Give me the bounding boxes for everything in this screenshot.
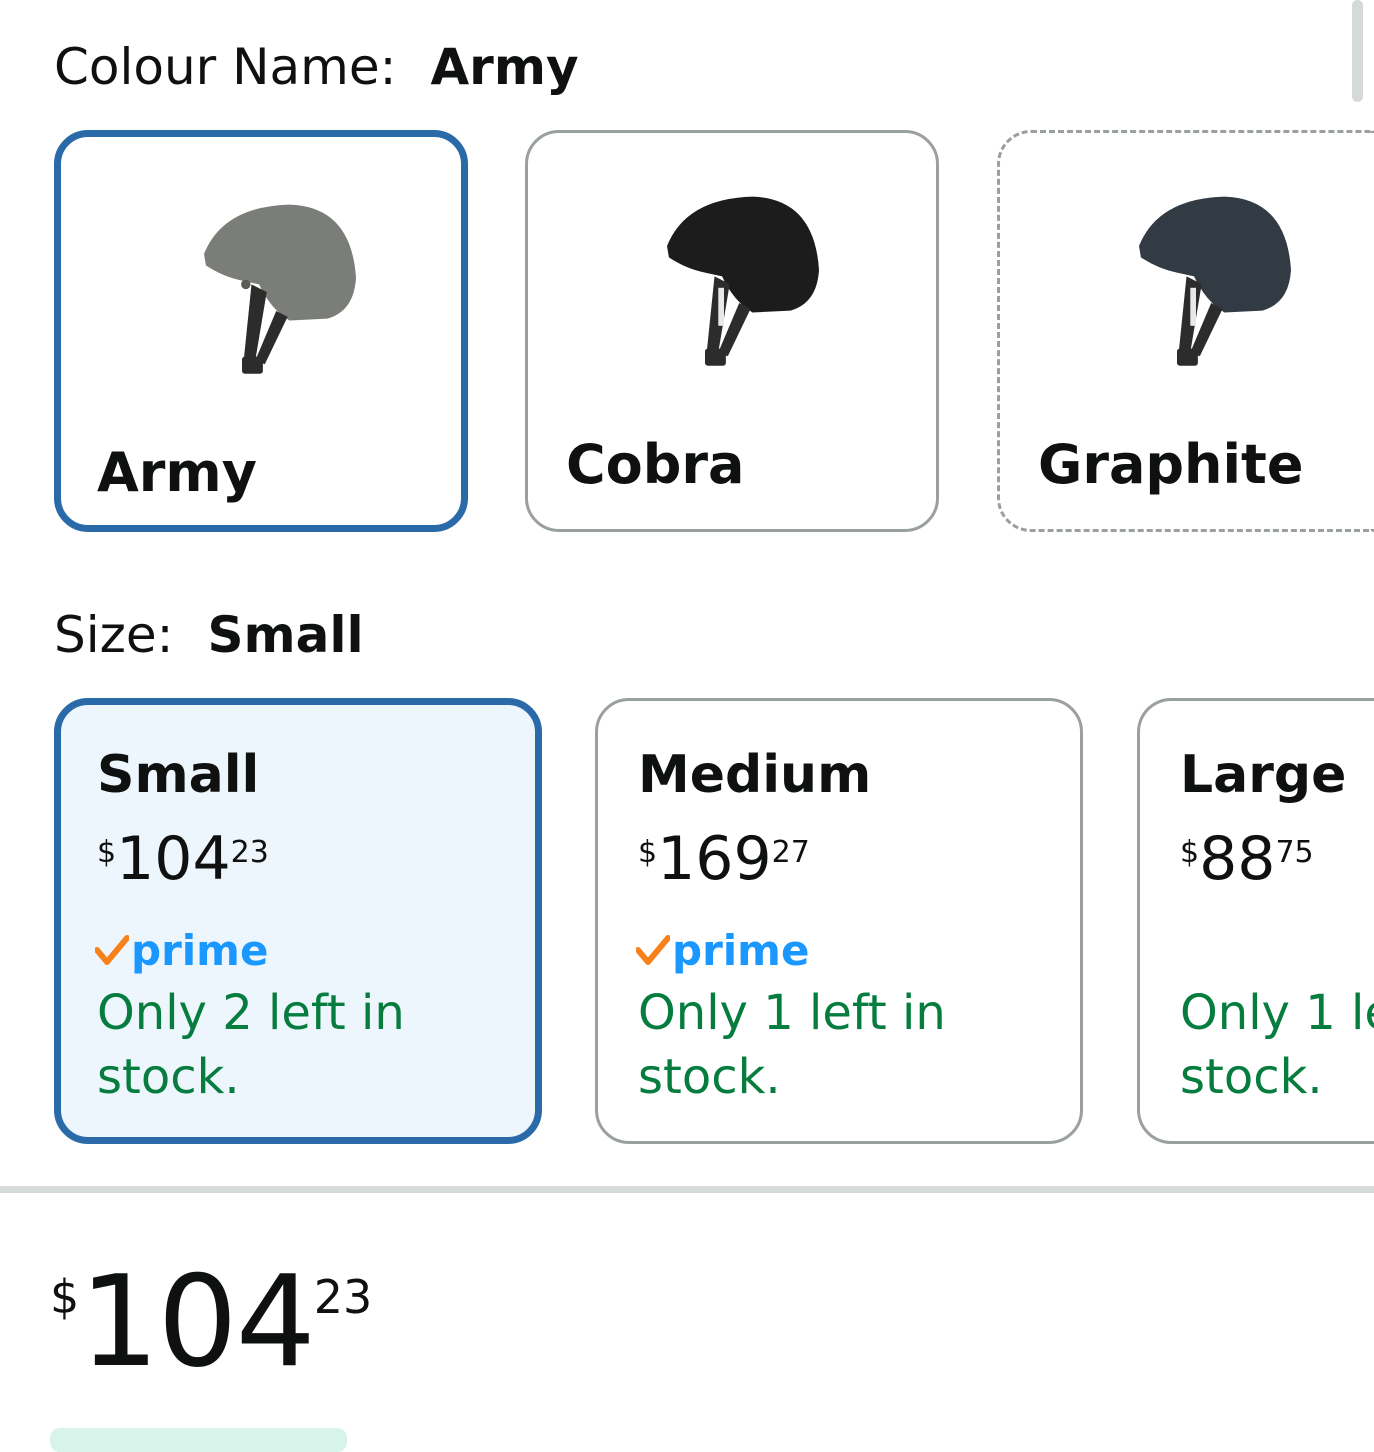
section-divider: [0, 1186, 1374, 1193]
price-currency: $: [638, 835, 658, 870]
main-price-fraction: 23: [313, 1270, 373, 1324]
colour-option-army[interactable]: Army: [54, 130, 468, 532]
prime-badge: prime: [636, 925, 809, 975]
price-fraction: 23: [230, 835, 269, 870]
main-price: $10423: [50, 1259, 373, 1385]
price-fraction: 27: [771, 835, 810, 870]
size-option-medium[interactable]: Medium $16927 prime Only 1 left in stock…: [595, 698, 1083, 1144]
price-fraction: 75: [1275, 835, 1314, 870]
size-option-price: $16927: [638, 829, 810, 889]
size-option-title: Large: [1180, 745, 1347, 805]
prime-check-icon: [636, 935, 670, 965]
helmet-army-image: [204, 204, 356, 374]
prime-badge: prime: [95, 925, 268, 975]
size-value: Small: [207, 606, 364, 664]
price-whole: 169: [657, 824, 772, 894]
stock-status: Only 2 left in stock.: [97, 985, 405, 1105]
prime-check-icon: [95, 935, 129, 965]
size-heading: Size: Small: [54, 606, 364, 664]
stock-status: Only 1 left in stock.: [638, 985, 946, 1105]
stock-status: Only 1 left in stock.: [1180, 985, 1374, 1105]
prime-logo-text: prime: [672, 925, 810, 975]
colour-option-label: Graphite: [1038, 433, 1304, 496]
size-option-title: Small: [97, 745, 260, 805]
colour-option-label: Cobra: [566, 433, 745, 496]
price-whole: 88: [1199, 824, 1276, 894]
scrollbar[interactable]: [1352, 0, 1363, 102]
main-price-currency: $: [50, 1270, 80, 1324]
size-option-price: $8875: [1180, 829, 1314, 889]
deal-badge: [50, 1428, 347, 1452]
colour-option-graphite[interactable]: Graphite: [997, 130, 1374, 532]
price-currency: $: [97, 835, 117, 870]
size-option-large[interactable]: Large $8875 Only 1 left in stock.: [1137, 698, 1374, 1144]
colour-option-label: Army: [97, 441, 257, 504]
helmet-cobra-image: [667, 196, 819, 366]
main-price-whole: 104: [79, 1248, 315, 1395]
colour-name-value: Army: [430, 38, 579, 96]
colour-name-label: Colour Name:: [54, 38, 397, 96]
colour-option-cobra[interactable]: Cobra: [525, 130, 939, 532]
prime-logo-text: prime: [131, 925, 269, 975]
size-option-price: $10423: [97, 829, 269, 889]
price-currency: $: [1180, 835, 1200, 870]
size-option-title: Medium: [638, 745, 872, 805]
helmet-graphite-image: [1139, 196, 1291, 366]
colour-name-heading: Colour Name: Army: [54, 38, 579, 96]
size-option-small[interactable]: Small $10423 prime Only 2 left in stock.: [54, 698, 542, 1144]
price-whole: 104: [116, 824, 231, 894]
size-label: Size:: [54, 606, 174, 664]
